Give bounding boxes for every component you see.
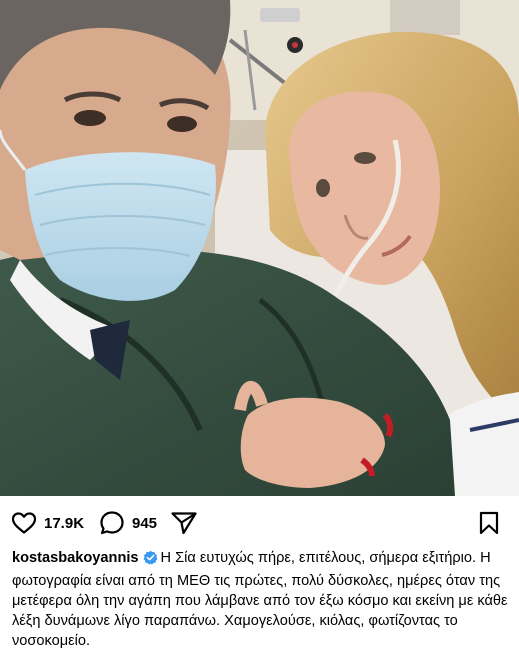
post-actions: 17.9K 945: [0, 505, 519, 541]
like-button[interactable]: 17.9K: [11, 505, 84, 541]
verified-badge-icon: [143, 550, 158, 571]
username-link[interactable]: kostasbakoyannis: [12, 550, 139, 566]
paper-plane-icon: [171, 512, 197, 535]
post-image[interactable]: [0, 0, 519, 496]
like-count: 17.9K: [44, 514, 85, 532]
comment-button[interactable]: 945: [99, 505, 157, 541]
post-caption: kostasbakoyannis Η Σία ευτυχώς πήρε, επιτ…: [12, 548, 512, 651]
comment-bubble-icon: [100, 511, 124, 535]
comment-count: 945: [132, 514, 158, 532]
save-button[interactable]: [478, 505, 500, 541]
bookmark-icon: [479, 511, 499, 535]
heart-outline-icon: [11, 512, 37, 534]
share-button[interactable]: [170, 505, 198, 541]
photo-illustration: [0, 0, 519, 496]
